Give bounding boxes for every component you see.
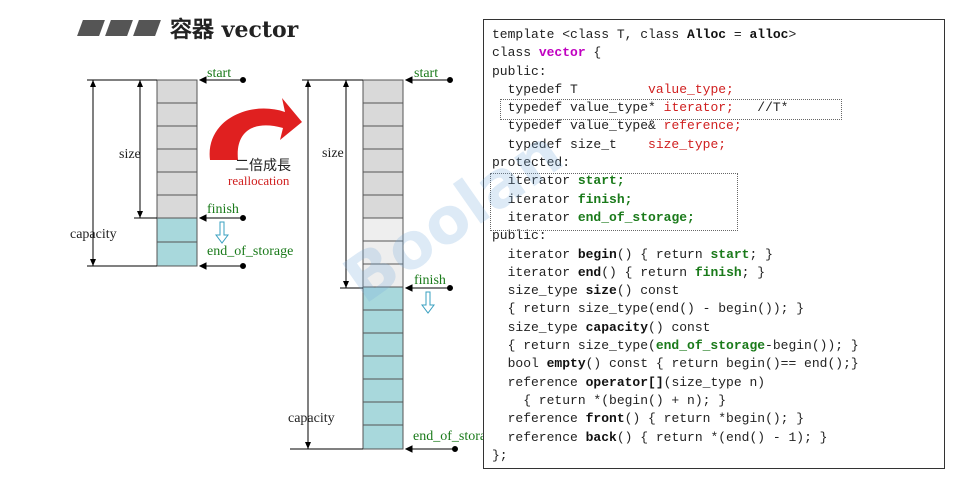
left-cell-free [156,217,198,243]
code-line: reference front() { return *begin(); } [492,411,805,427]
code-line: { return size_type(end_of_storage-begin(… [492,338,859,354]
left-finish-label: finish [207,202,239,217]
reallocation-arrow-icon [209,98,302,160]
arrow-label-chinese: 二倍成長 [235,158,291,174]
right-cell-free [362,355,404,380]
left-vector-cells [156,79,198,267]
right-cell-free [362,424,404,450]
right-cell-free [362,309,404,334]
down-arrow-icon [215,221,229,244]
right-finish-label: finish [414,273,446,288]
pointer-dot [240,263,246,269]
left-cell-free [156,241,198,267]
code-line: class vector { [492,45,602,61]
left-cell-used [156,125,198,150]
left-cell-used [156,102,198,127]
code-line: template <class T, class Alloc = alloc> [492,27,797,42]
pointer-dot [240,77,246,83]
right-vector-cells [362,79,404,450]
iterator-typedef-highlight [500,99,842,120]
arrowhead [198,214,207,222]
code-line: iterator end() { return finish; } [492,264,766,280]
right-cell-free [362,378,404,403]
right-cell-used [362,171,404,196]
left-cell-used [156,79,198,104]
right-cell-used [362,194,404,219]
left-start-label: start [207,66,231,81]
code-line: typedef T value_type; [492,81,734,97]
right-cell-used [362,79,404,104]
code-panel: template <class T, class Alloc = alloc> c… [483,19,945,469]
right-capacity-label: capacity [288,411,335,426]
code-line: typedef size_t size_type; [492,136,727,152]
left-size-label: size [119,147,141,162]
right-size-label: size [322,146,344,161]
right-cell-copied [362,217,404,242]
code-listing: template <class T, class Alloc = alloc> c… [492,26,859,465]
right-cell-free [362,401,404,426]
right-cell-used [362,125,404,150]
down-arrow-icon [421,291,435,314]
left-cell-used [156,194,198,219]
left-cell-used [156,148,198,173]
code-line: { return size_type(end() - begin()); } [492,301,805,317]
left-capacity-label: capacity [70,227,117,242]
code-line: size_type capacity() const [492,319,711,335]
code-line: size_type size() const [492,283,680,299]
code-line: iterator begin() { return start; } [492,246,773,262]
right-cell-copied [362,263,404,288]
left-eos-label: end_of_storage [207,244,293,259]
right-cell-free [362,286,404,311]
arrowhead [198,262,207,270]
right-cell-used [362,102,404,127]
code-line: bool empty() const { return begin()== en… [492,356,859,372]
arrowhead [198,76,207,84]
right-cell-free [362,332,404,357]
code-line: protected: [492,155,571,171]
left-cell-used [156,171,198,196]
code-line: public: [492,63,547,79]
right-start-label: start [414,66,438,81]
pointer-dot [240,215,246,221]
code-line: }; [492,447,508,463]
arrow-label-reallocation: reallocation [228,173,290,188]
code-line: reference operator[](size_type n) [492,374,766,390]
code-line: { return *(begin() + n); } [492,392,727,408]
right-cell-copied [362,240,404,265]
code-line: reference back() { return *(end() - 1); … [492,429,828,445]
protected-members-highlight [490,173,738,231]
code-line: typedef value_type& reference; [492,118,742,134]
right-cell-used [362,148,404,173]
